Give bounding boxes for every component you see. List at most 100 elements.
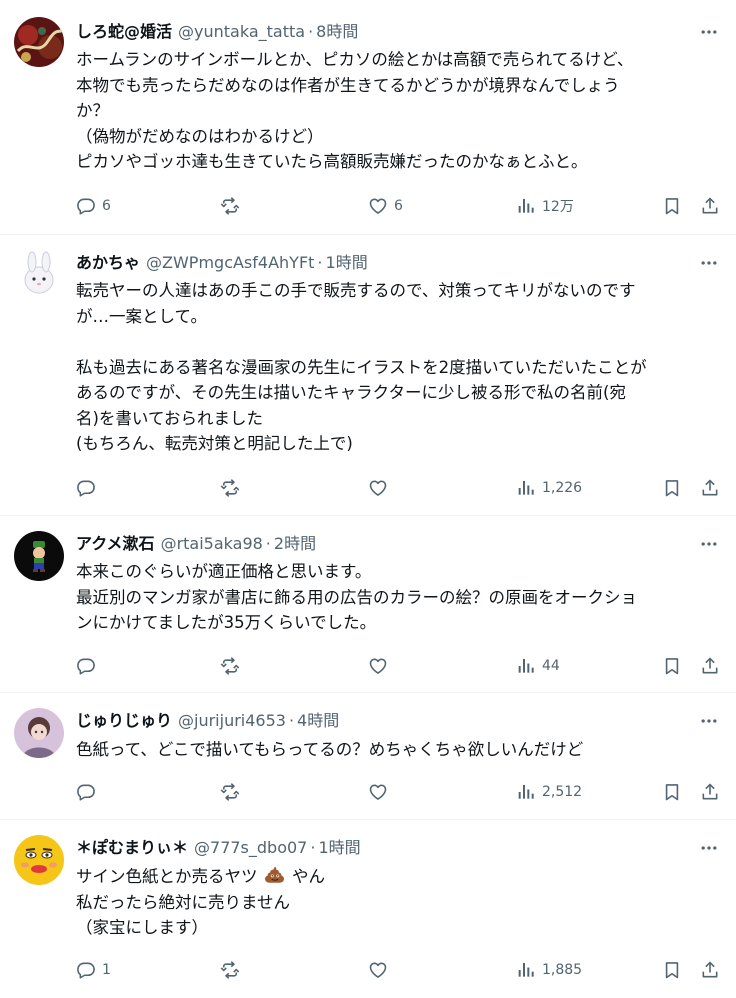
reply-button[interactable]: 6 <box>76 194 111 218</box>
retweet-button[interactable] <box>220 194 240 218</box>
views-icon <box>516 478 536 498</box>
action-bar: 6 6 12万 <box>76 194 722 218</box>
tweet[interactable]: しろ蛇@婚活 @yuntaka_tatta · 8時間 ホームランのサインボール… <box>0 0 736 235</box>
views-button[interactable]: 44 <box>516 654 560 678</box>
bookmark-icon <box>662 960 682 980</box>
bookmark-button[interactable] <box>662 654 682 678</box>
retweet-button[interactable] <box>220 958 240 982</box>
more-horizontal-icon <box>699 838 719 858</box>
like-button[interactable] <box>368 654 388 678</box>
reply-button[interactable]: 1 <box>76 958 111 982</box>
text-line: ンにかけてましたが35万くらいでした。 <box>76 613 377 632</box>
more-options-button[interactable] <box>698 253 720 273</box>
text-line: （家宝にします） <box>76 918 208 937</box>
like-button[interactable] <box>368 958 388 982</box>
reply-icon <box>76 478 96 498</box>
more-options-button[interactable] <box>698 711 720 731</box>
views-button[interactable]: 2,512 <box>516 780 582 804</box>
display-name[interactable]: あかちゃ <box>76 253 140 273</box>
avatar[interactable] <box>14 708 64 758</box>
retweet-button[interactable] <box>220 476 240 500</box>
user-handle[interactable]: @777s_dbo07 <box>194 838 307 858</box>
more-options-button[interactable] <box>698 22 720 42</box>
user-handle[interactable]: @rtai5aka98 <box>161 534 263 554</box>
share-button[interactable] <box>700 194 720 218</box>
share-icon <box>700 656 720 676</box>
tweet-header: アクメ漱石 @rtai5aka98 · 2時間 <box>76 534 686 554</box>
text-line: (もちろん、転売対策と明記した上で) <box>76 434 353 453</box>
tweet-header: しろ蛇@婚活 @yuntaka_tatta · 8時間 <box>76 22 686 42</box>
reply-icon <box>76 656 96 676</box>
more-options-button[interactable] <box>698 534 720 554</box>
share-button[interactable] <box>700 958 720 982</box>
bookmark-button[interactable] <box>662 958 682 982</box>
retweet-icon <box>220 782 240 802</box>
share-button[interactable] <box>700 780 720 804</box>
pile-of-poo-icon <box>264 866 284 883</box>
share-button[interactable] <box>700 476 720 500</box>
tweet[interactable]: あかちゃ @ZWPmgcAsf4AhYFt · 1時間 転売ヤーの人達はあの手こ… <box>0 235 736 516</box>
tweet[interactable]: ＊ぽむまりぃ＊ @777s_dbo07 · 1時間 サイン色紙とか売るヤツ やん <box>0 820 736 998</box>
views-button[interactable]: 12万 <box>516 194 574 218</box>
timestamp[interactable]: 2時間 <box>274 534 316 554</box>
action-bar: 2,512 <box>76 780 722 804</box>
display-name[interactable]: じゅりじゅり <box>76 711 172 731</box>
text-segment: やん <box>292 867 325 886</box>
text-line: 本来このぐらいが適正価格と思います。 <box>76 562 372 581</box>
timestamp[interactable]: 4時間 <box>297 711 339 731</box>
display-name[interactable]: アクメ漱石 <box>76 534 155 554</box>
more-options-button[interactable] <box>698 838 720 858</box>
bookmark-button[interactable] <box>662 194 682 218</box>
heart-icon <box>368 196 388 216</box>
timestamp[interactable]: 8時間 <box>316 22 358 42</box>
bookmark-button[interactable] <box>662 780 682 804</box>
user-handle[interactable]: @jurijuri4653 <box>178 711 286 731</box>
tweet-text: 転売ヤーの人達はあの手この手で販売するので、対策ってキリがないのです が…一案と… <box>76 278 726 457</box>
retweet-button[interactable] <box>220 654 240 678</box>
reply-count: 1 <box>102 962 111 978</box>
display-name[interactable]: しろ蛇@婚活 <box>76 22 172 42</box>
like-button[interactable]: 6 <box>368 194 403 218</box>
reply-icon <box>76 196 96 216</box>
action-bar: 1 1,885 <box>76 958 722 982</box>
reply-button[interactable] <box>76 476 96 500</box>
separator-dot: · <box>317 253 323 272</box>
avatar[interactable] <box>14 835 64 885</box>
text-line: 名)を書いておられました <box>76 408 263 428</box>
like-count: 6 <box>394 198 403 214</box>
avatar[interactable] <box>14 531 64 581</box>
views-icon <box>516 656 536 676</box>
retweet-button[interactable] <box>220 780 240 804</box>
heart-icon <box>368 960 388 980</box>
text-line: 色紙って、どこで描いてもらってるの？めちゃくちゃ欲しいんだけど <box>76 740 584 759</box>
share-button[interactable] <box>700 654 720 678</box>
tweet[interactable]: じゅりじゅり @jurijuri4653 · 4時間 色紙って、どこで描いてもら… <box>0 693 736 820</box>
views-button[interactable]: 1,226 <box>516 476 582 500</box>
tweet[interactable]: アクメ漱石 @rtai5aka98 · 2時間 本来このぐらいが適正価格と思いま… <box>0 516 736 693</box>
user-handle[interactable]: @ZWPmgcAsf4AhYFt <box>146 253 314 273</box>
separator-dot: · <box>310 838 316 857</box>
reply-button[interactable] <box>76 654 96 678</box>
bookmark-button[interactable] <box>662 476 682 500</box>
share-icon <box>700 478 720 498</box>
bookmark-icon <box>662 656 682 676</box>
tweet-header: あかちゃ @ZWPmgcAsf4AhYFt · 1時間 <box>76 253 686 273</box>
text-line: サイン色紙とか売るヤツ やん <box>76 864 726 890</box>
reply-button[interactable] <box>76 780 96 804</box>
text-line: 私だったら絶対に売りません <box>76 892 291 912</box>
bookmark-icon <box>662 196 682 216</box>
views-button[interactable]: 1,885 <box>516 958 582 982</box>
timestamp[interactable]: 1時間 <box>318 838 360 858</box>
like-button[interactable] <box>368 476 388 500</box>
separator-dot: · <box>265 534 271 553</box>
avatar[interactable] <box>14 17 64 67</box>
timestamp[interactable]: 1時間 <box>326 253 368 273</box>
avatar[interactable] <box>14 250 64 300</box>
display-name[interactable]: ＊ぽむまりぃ＊ <box>76 838 188 858</box>
reply-feed: しろ蛇@婚活 @yuntaka_tatta · 8時間 ホームランのサインボール… <box>0 0 736 998</box>
text-line: 最近別のマンガ家が書店に飾る用の広告のカラーの絵？の原画をオークショ <box>76 587 637 607</box>
like-button[interactable] <box>368 780 388 804</box>
heart-icon <box>368 478 388 498</box>
user-handle[interactable]: @yuntaka_tatta <box>178 22 305 42</box>
